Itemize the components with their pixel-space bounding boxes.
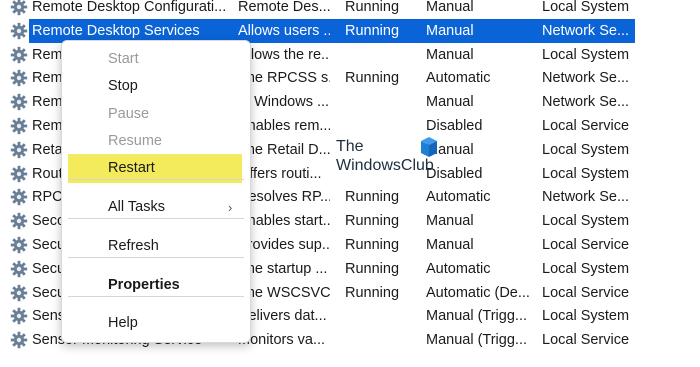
service-status: Running <box>345 0 400 15</box>
service-startup-type: Manual <box>426 141 474 158</box>
service-status: Running <box>345 213 400 230</box>
service-description: Allows users ... <box>238 22 330 39</box>
menu-item-label: Pause <box>108 106 150 122</box>
service-status: Running <box>345 260 400 277</box>
service-log-on-as: Local System <box>542 46 630 63</box>
service-log-on-as: Network Se... <box>542 70 630 87</box>
gear-icon <box>10 331 28 349</box>
service-name: Remote Desktop Configurati... <box>32 0 227 15</box>
menu-item-label: Refresh <box>108 238 159 254</box>
menu-separator <box>68 257 244 258</box>
service-startup-type: Manual (Trigg... <box>426 308 527 325</box>
menu-item-help[interactable]: Help <box>68 309 242 338</box>
service-log-on-as: Local System <box>542 141 630 158</box>
gear-icon <box>10 260 28 278</box>
gear-icon <box>10 307 28 325</box>
menu-item-label: Help <box>108 315 138 331</box>
service-log-on-as: Network Se... <box>542 22 630 39</box>
service-startup-type: Automatic <box>426 260 491 277</box>
gear-icon <box>10 46 28 64</box>
service-startup-type: Manual <box>426 213 474 230</box>
service-description: Monitors va... <box>238 332 326 349</box>
menu-item-start[interactable]: Start <box>68 45 242 74</box>
service-log-on-as: Local Service <box>542 118 630 134</box>
gear-icon <box>10 0 28 16</box>
menu-item-pause[interactable]: Pause <box>68 100 242 129</box>
service-description: Enables start... <box>238 213 330 230</box>
menu-separator <box>68 296 244 297</box>
service-description: Delivers dat... <box>238 308 327 325</box>
menu-item-label: All Tasks <box>108 199 165 215</box>
menu-separator <box>68 179 244 180</box>
service-log-on-as: Local System <box>542 308 630 325</box>
service-status: Running <box>345 189 400 206</box>
service-log-on-as: Local Service <box>542 332 630 349</box>
gear-icon <box>10 188 28 206</box>
service-startup-type: Manual <box>426 0 474 15</box>
menu-item-stop[interactable]: Stop <box>68 72 242 101</box>
service-startup-type: Disabled <box>426 118 483 134</box>
service-startup-type: Disabled <box>426 165 483 182</box>
service-description: Offers routi... <box>238 165 322 182</box>
gear-icon <box>10 141 28 159</box>
service-name: Remote Desktop Services <box>32 22 200 39</box>
service-status: Running <box>345 237 400 253</box>
menu-item-label: Start <box>108 51 139 67</box>
gear-icon <box>10 69 28 87</box>
service-log-on-as: Local System <box>542 213 630 230</box>
service-startup-type: Automatic (De... <box>426 284 530 301</box>
menu-separator <box>68 218 244 219</box>
service-startup-type: Automatic <box>426 189 491 206</box>
service-log-on-as: Local System <box>542 260 630 277</box>
service-startup-type: Manual (Trigg... <box>426 332 527 349</box>
service-description: Resolves RP... <box>238 189 330 206</box>
windowsclub-logo-icon <box>421 137 437 157</box>
service-description: The startup ... <box>238 260 328 277</box>
service-status: Running <box>345 70 400 87</box>
gear-icon <box>10 22 28 40</box>
gear-icon <box>10 93 28 111</box>
service-log-on-as: Network Se... <box>542 94 630 111</box>
watermark-line2: WindowsClub <box>336 157 434 174</box>
service-status: Running <box>345 22 400 39</box>
service-log-on-as: Local Service <box>542 237 630 253</box>
service-description: In Windows ... <box>238 94 330 111</box>
context-menu: Start Stop Pause Resume Restart All Tasks › Ref… <box>61 40 251 343</box>
menu-item-resume[interactable]: Resume <box>68 127 242 156</box>
service-log-on-as: Network Se... <box>542 189 630 206</box>
menu-item-label: Restart <box>108 160 155 176</box>
service-startup-type: Manual <box>426 94 474 111</box>
gear-icon <box>10 236 28 254</box>
menu-item-label: Stop <box>108 78 138 94</box>
service-status: Running <box>345 284 400 301</box>
service-log-on-as: Local System <box>542 165 630 182</box>
service-description: Allows the re... <box>238 46 330 63</box>
service-startup-type: Manual <box>426 46 474 63</box>
service-description: The RPCSS s... <box>238 70 330 87</box>
gear-icon <box>10 165 28 183</box>
service-log-on-as: Local System <box>542 0 630 15</box>
service-log-on-as: Local Service <box>542 284 630 301</box>
menu-item-label: Properties <box>108 277 180 293</box>
service-description: Remote Des... <box>238 0 330 15</box>
gear-icon <box>10 212 28 230</box>
service-description: Provides sup... <box>238 237 330 253</box>
table-row[interactable]: Remote Desktop Configurati... Remote Des.… <box>0 0 700 19</box>
service-startup-type: Manual <box>426 22 474 39</box>
gear-icon <box>10 117 28 135</box>
service-startup-type: Automatic <box>426 70 491 87</box>
service-description: Enables rem... <box>238 118 330 134</box>
gear-icon <box>10 284 28 302</box>
service-description: The WSCSVC... <box>238 284 330 301</box>
menu-item-label: Resume <box>108 133 162 149</box>
service-startup-type: Manual <box>426 237 474 253</box>
service-description: The Retail D... <box>238 141 330 158</box>
